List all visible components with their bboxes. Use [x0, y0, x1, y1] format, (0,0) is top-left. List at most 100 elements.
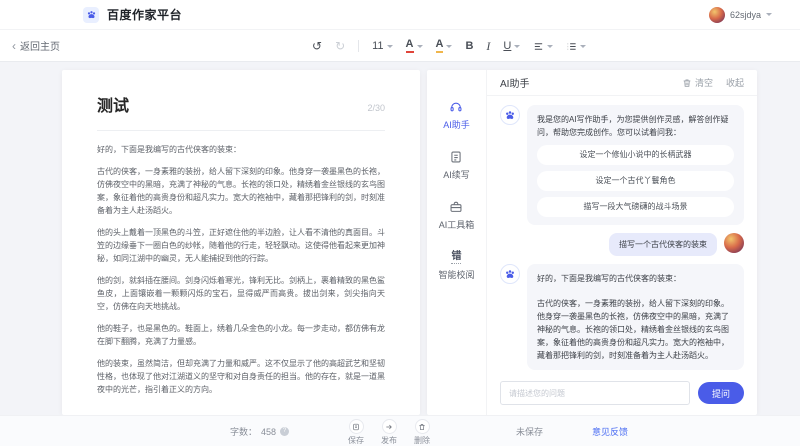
document-body-editable[interactable]: 好的，下面是我编写的古代侠客的装束： 古代的侠客，一身素雅的装扮，给人留下深刻的… [97, 143, 385, 396]
publish-button[interactable]: 发布 [381, 419, 397, 446]
delete-button[interactable]: 删除 [414, 419, 430, 446]
top-header: 百度作家平台 62sjdya [0, 0, 800, 30]
chat-message-list: 我是您的AI写作助手，为您提供创作灵感，解答创作疑问，帮助您完成创作。您可以试着… [487, 96, 757, 375]
ai-message-bubble: 我是您的AI写作助手，为您提供创作灵感，解答创作疑问，帮助您完成创作。您可以试着… [527, 105, 744, 225]
tab-ai-continue-writing[interactable]: AI续写 [443, 150, 470, 181]
baidu-paw-logo-icon [83, 7, 99, 23]
clear-chat-button[interactable]: 清空 [682, 76, 713, 89]
align-button[interactable] [533, 41, 553, 52]
user-menu[interactable]: 62sjdya [709, 7, 772, 23]
underline-button[interactable]: U [503, 40, 520, 52]
title-divider [97, 130, 385, 131]
font-size-select[interactable]: 11 [372, 40, 392, 52]
tab-ai-toolbox[interactable]: AI工具箱 [439, 200, 475, 231]
list-button[interactable] [566, 41, 586, 52]
ai-reply-intro: 好的，下面是我编写的古代侠客的装束： [537, 272, 734, 285]
italic-button[interactable]: I [486, 39, 490, 54]
proofread-icon: 错 [451, 250, 461, 264]
tab-smart-proofread[interactable]: 错 智能校阅 [438, 250, 474, 281]
ai-message: 我是您的AI写作助手，为您提供创作灵感，解答创作疑问，帮助您完成创作。您可以试着… [500, 105, 744, 225]
paragraph: 他的鞋子，也是黑色的。鞋面上，绣着几朵金色的小龙。每一步走动，都仿佛有龙在脚下翻… [97, 322, 385, 348]
undo-icon: ↺ [312, 40, 322, 52]
title-char-counter: 2/30 [367, 103, 385, 113]
brand: 百度作家平台 [83, 6, 182, 23]
ask-button[interactable]: 提问 [698, 382, 744, 404]
save-label: 保存 [348, 435, 364, 446]
chevron-down-icon [580, 45, 586, 48]
suggestion-chip[interactable]: 描写一段大气磅礴的战斗场景 [537, 197, 734, 217]
bold-button[interactable]: B [465, 40, 473, 52]
redo-button[interactable]: ↻ [335, 40, 345, 52]
tab-ai-assistant[interactable]: AI助手 [443, 100, 470, 131]
word-count: 字数： 458 ? [230, 416, 289, 446]
chat-actions: 清空 收起 [682, 76, 744, 89]
word-count-value: 458 [261, 427, 276, 437]
document-editor: 测试 2/30 好的，下面是我编写的古代侠客的装束： 古代的侠客，一身素雅的装扮… [62, 70, 420, 415]
chevron-down-icon [446, 45, 452, 48]
toolbox-icon [449, 200, 463, 214]
app-title: 百度作家平台 [107, 6, 182, 23]
list-icon [566, 41, 577, 52]
paragraph: 他的装束，虽然简洁，但却充满了力量和威严。这不仅显示了他的高超武艺和坚韧性格，也… [97, 357, 385, 396]
feedback-link[interactable]: 意见反馈 [592, 416, 628, 446]
question-input[interactable] [500, 381, 690, 405]
chevron-down-icon [514, 45, 520, 48]
collapse-label: 收起 [726, 76, 744, 89]
tab-label: 智能校阅 [438, 268, 474, 281]
username: 62sjdya [730, 10, 761, 20]
bold-icon: B [465, 40, 473, 52]
highlight-color-icon: A [436, 39, 444, 53]
main-area: 测试 2/30 好的，下面是我编写的古代侠客的装束： 古代的侠客，一身素雅的装扮… [0, 62, 800, 415]
ai-avatar-paw-icon [500, 105, 520, 125]
font-color-icon: A [406, 39, 414, 53]
trash-icon [682, 78, 692, 88]
italic-icon: I [486, 39, 490, 54]
ai-reply-body: 古代的侠客，一身素雅的装扮，给人留下深刻的印象。他身穿一袭墨黑色的长袍，仿佛夜空… [537, 297, 734, 362]
clear-chat-label: 清空 [695, 76, 713, 89]
user-avatar [709, 7, 725, 23]
highlight-color-button[interactable]: A [436, 39, 453, 53]
user-message: 描写一个古代侠客的装束 [500, 233, 744, 256]
menu-bar: ‹ 返回主页 ↺ ↻ 11 A A B I U [0, 30, 800, 62]
user-message-bubble: 描写一个古代侠客的装束 [609, 233, 717, 256]
paragraph: 他的头上戴着一顶黑色的斗笠，正好遮住他的半边脸，让人看不清他的真面目。斗笠的边缘… [97, 226, 385, 265]
chevron-down-icon [387, 45, 393, 48]
paragraph: 他的剑，就斜插在腰间。剑身闪烁着寒光，锋利无比。剑柄上，裹着精致的黑色鲨鱼皮，上… [97, 274, 385, 313]
document-icon [449, 150, 463, 164]
back-home-button[interactable]: ‹ 返回主页 [12, 38, 60, 53]
app-window: 百度作家平台 62sjdya ‹ 返回主页 ↺ ↻ 11 A A B I U [0, 0, 800, 446]
footer-actions: 保存 发布 删除 [348, 419, 430, 446]
headset-icon [449, 100, 463, 114]
paragraph: 好的，下面是我编写的古代侠客的装束： [97, 143, 385, 156]
publish-label: 发布 [381, 435, 397, 446]
document-title-input[interactable]: 测试 [97, 92, 129, 116]
ai-message: 好的，下面是我编写的古代侠客的装束： 古代的侠客，一身素雅的装扮，给人留下深刻的… [500, 264, 744, 370]
tab-label: AI工具箱 [439, 218, 475, 231]
chat-panel-title: AI助手 [500, 75, 529, 90]
font-color-button[interactable]: A [406, 39, 423, 53]
info-icon: ? [280, 427, 289, 436]
delete-label: 删除 [414, 435, 430, 446]
chevron-down-icon [417, 45, 423, 48]
ai-panel: AI助手 AI续写 AI工具箱 错 智能校阅 AI助手 [427, 70, 757, 415]
suggestion-chip[interactable]: 设定一个古代丫鬟角色 [537, 171, 734, 191]
chat-header: AI助手 清空 收起 [487, 70, 757, 96]
redo-icon: ↻ [335, 40, 345, 52]
chevron-down-icon [547, 45, 553, 48]
tab-label: AI助手 [443, 118, 470, 131]
document-title-row: 测试 2/30 [97, 92, 385, 116]
font-size-value: 11 [372, 40, 383, 52]
format-toolbar: ↺ ↻ 11 A A B I U [312, 30, 586, 62]
unsaved-status: 未保存 [516, 416, 543, 446]
align-left-icon [533, 41, 544, 52]
collapse-panel-button[interactable]: 收起 [726, 76, 744, 89]
ai-message-bubble: 好的，下面是我编写的古代侠客的装束： 古代的侠客，一身素雅的装扮，给人留下深刻的… [527, 264, 744, 370]
suggestion-chip[interactable]: 设定一个修仙小说中的长柄武器 [537, 145, 734, 165]
tab-label: AI续写 [443, 168, 470, 181]
save-button[interactable]: 保存 [348, 419, 364, 446]
user-chat-avatar [724, 233, 744, 253]
chevron-left-icon: ‹ [12, 40, 16, 52]
undo-button[interactable]: ↺ [312, 40, 322, 52]
word-count-label: 字数： [230, 425, 257, 438]
toolbar-divider [358, 40, 359, 52]
